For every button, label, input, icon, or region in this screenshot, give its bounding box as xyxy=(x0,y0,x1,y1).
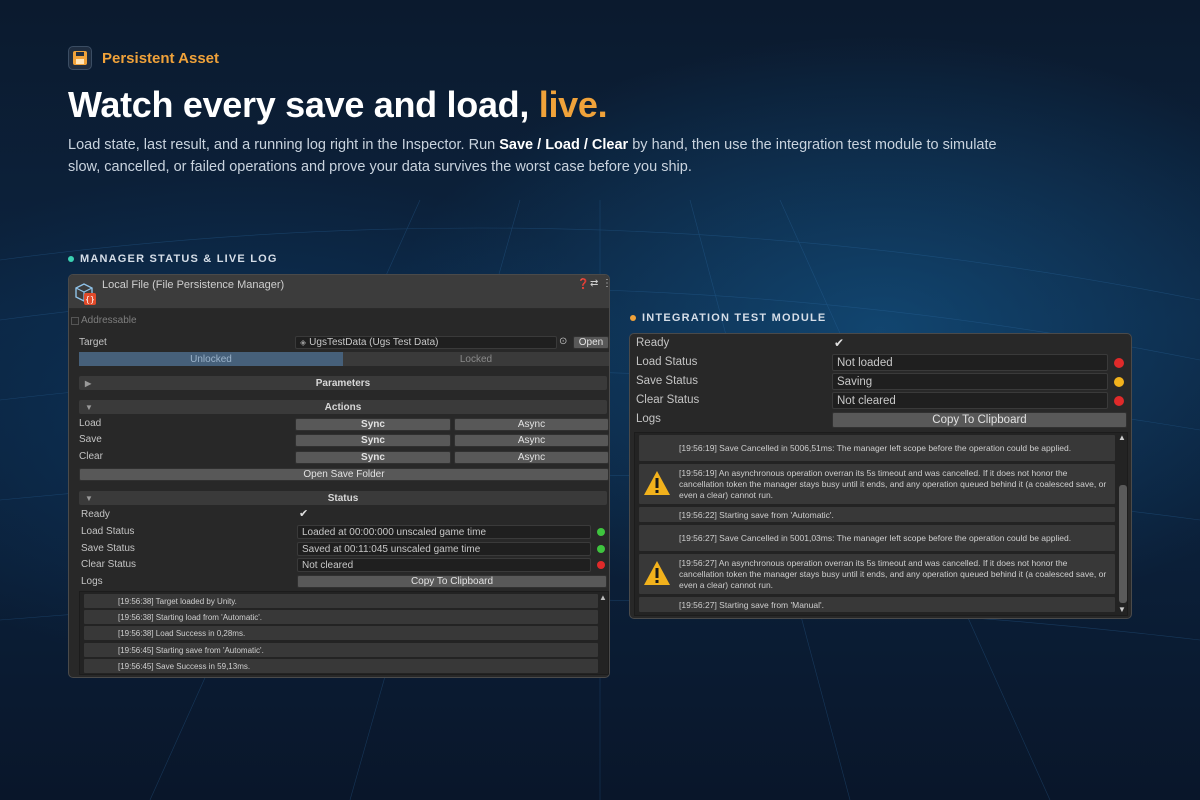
save-status-label: Save Status xyxy=(636,375,699,387)
logs-label: Logs xyxy=(81,576,103,587)
load-async-button[interactable]: Async xyxy=(454,418,609,431)
clear-status-indicator xyxy=(1114,396,1124,406)
help-icon[interactable]: ❓ xyxy=(577,279,589,290)
scroll-down-arrow-icon[interactable]: ▼ xyxy=(1118,605,1126,614)
status-title: Status xyxy=(327,492,359,504)
log-list[interactable]: [19:56:38] Target loaded by Unity. [19:5… xyxy=(79,591,609,675)
manager-inspector-panel: {} Local File (File Persistence Manager)… xyxy=(68,274,610,678)
page-title: Watch every save and load, live. xyxy=(68,84,608,126)
log-entry: [19:56:27] Starting save from 'Manual'. xyxy=(639,597,1115,612)
headline-accent: live. xyxy=(538,84,608,125)
load-status-label: Load Status xyxy=(81,526,135,537)
open-save-folder-button[interactable]: Open Save Folder xyxy=(79,468,609,481)
svg-text:{}: {} xyxy=(85,295,95,304)
section-label-test-module: INTEGRATION TEST MODULE xyxy=(630,312,826,324)
ready-checkmark-icon: ✔ xyxy=(299,508,309,520)
save-status-field: Saved at 00:11:045 unscaled game time xyxy=(297,542,591,556)
addressable-label: Addressable xyxy=(81,315,137,326)
headline-main: Watch every save and load, xyxy=(68,84,530,125)
clear-status-indicator xyxy=(597,561,605,569)
section-label-test-module-text: INTEGRATION TEST MODULE xyxy=(642,312,827,324)
object-picker-icon[interactable]: ⊙ xyxy=(559,336,567,347)
save-status-field: Saving xyxy=(832,373,1108,390)
warning-icon xyxy=(644,561,670,585)
log-entry: [19:56:27] Save Cancelled in 5001,03ms: … xyxy=(639,525,1115,551)
section-label-manager: MANAGER STATUS & LIVE LOG xyxy=(68,253,278,265)
collapsed-arrow-icon: ▶ xyxy=(85,378,92,388)
target-label: Target xyxy=(79,337,107,348)
copy-to-clipboard-button[interactable]: Copy To Clipboard xyxy=(297,575,607,588)
brand-name: Persistent Asset xyxy=(102,49,219,67)
load-sync-button[interactable]: Sync xyxy=(295,418,451,431)
status-foldout[interactable]: ▼ Status xyxy=(79,491,607,505)
load-status-indicator xyxy=(597,528,605,536)
clear-sync-button[interactable]: Sync xyxy=(295,451,451,464)
action-label-save: Save xyxy=(79,434,102,445)
scroll-up-arrow-icon[interactable]: ▲ xyxy=(599,593,607,602)
load-status-label: Load Status xyxy=(636,356,698,368)
integration-test-panel: Ready ✔ Load Status Not loaded Save Stat… xyxy=(629,333,1132,619)
clear-status-label: Clear Status xyxy=(81,559,137,570)
log-entry: [19:56:38] Starting load from 'Automatic… xyxy=(84,610,598,624)
log-entry: [19:56:45] Save Success in 59,13ms. xyxy=(84,659,598,673)
section-label-manager-text: MANAGER STATUS & LIVE LOG xyxy=(80,253,278,265)
clear-status-field: Not cleared xyxy=(297,558,591,572)
action-label-load: Load xyxy=(79,418,102,429)
addressable-checkbox[interactable] xyxy=(71,317,79,325)
target-object-field[interactable]: ◈ UgsTestData (Ugs Test Data) xyxy=(295,336,557,349)
presets-icon[interactable]: ⇄ xyxy=(590,278,598,289)
description-bold: Save / Load / Clear xyxy=(499,137,629,153)
log-entry: [19:56:45] Starting save from 'Automatic… xyxy=(84,643,598,657)
parameters-foldout[interactable]: ▶ Parameters xyxy=(79,376,607,390)
scrollbar-thumb[interactable] xyxy=(1119,485,1127,603)
load-status-field: Loaded at 00:00:000 unscaled game time xyxy=(297,525,591,539)
log-entry: [19:56:22] Starting save from 'Automatic… xyxy=(639,507,1115,522)
save-status-label: Save Status xyxy=(81,543,135,554)
save-status-indicator xyxy=(597,545,605,553)
open-button[interactable]: Open xyxy=(573,336,609,349)
more-options-icon[interactable]: ⋮ xyxy=(602,278,609,289)
target-value: UgsTestData (Ugs Test Data) xyxy=(309,337,439,348)
clear-status-field: Not cleared xyxy=(832,392,1108,409)
log-entry: [19:56:38] Load Success in 0,28ms. xyxy=(84,626,598,640)
action-label-clear: Clear xyxy=(79,451,103,462)
log-entry-warning: [19:56:27] An asynchronous operation ove… xyxy=(639,554,1115,594)
save-status-indicator xyxy=(1114,377,1124,387)
load-status-field: Not loaded xyxy=(832,354,1108,371)
actions-foldout[interactable]: ▼ Actions xyxy=(79,400,607,414)
scriptable-object-icon: ◈ xyxy=(300,338,307,347)
warning-icon xyxy=(644,471,670,495)
log-list[interactable]: [19:56:19] Save Cancelled in 5006,51ms: … xyxy=(634,432,1128,616)
description: Load state, last result, and a running l… xyxy=(68,134,1028,178)
scroll-up-arrow-icon[interactable]: ▲ xyxy=(1118,433,1126,442)
actions-title: Actions xyxy=(324,401,362,413)
log-entry-warning: [19:56:19] An asynchronous operation ove… xyxy=(639,464,1115,504)
brand: Persistent Asset xyxy=(68,46,219,70)
log-entry: [19:56:19] Save Cancelled in 5006,51ms: … xyxy=(639,435,1115,461)
ready-label: Ready xyxy=(636,337,670,349)
tab-unlocked[interactable]: Unlocked xyxy=(79,352,343,366)
ready-label: Ready xyxy=(81,509,110,520)
script-asset-icon: {} xyxy=(72,280,98,306)
orange-dot-icon xyxy=(630,315,636,321)
expanded-arrow-icon: ▼ xyxy=(85,402,93,412)
ready-checkmark-icon: ✔ xyxy=(834,336,845,350)
copy-to-clipboard-button[interactable]: Copy To Clipboard xyxy=(832,412,1127,428)
floppy-disk-icon xyxy=(68,46,92,70)
save-sync-button[interactable]: Sync xyxy=(295,434,451,447)
teal-dot-icon xyxy=(68,256,74,262)
clear-status-label: Clear Status xyxy=(636,394,700,406)
save-async-button[interactable]: Async xyxy=(454,434,609,447)
parameters-title: Parameters xyxy=(315,377,371,389)
tab-locked[interactable]: Locked xyxy=(343,352,609,366)
log-entry: [19:56:38] Target loaded by Unity. xyxy=(84,594,598,608)
description-part-1: Load state, last result, and a running l… xyxy=(68,137,500,153)
load-status-indicator xyxy=(1114,358,1124,368)
clear-async-button[interactable]: Async xyxy=(454,451,609,464)
expanded-arrow-icon: ▼ xyxy=(85,493,93,503)
logs-label: Logs xyxy=(636,413,661,425)
component-title: Local File (File Persistence Manager) xyxy=(102,279,285,291)
